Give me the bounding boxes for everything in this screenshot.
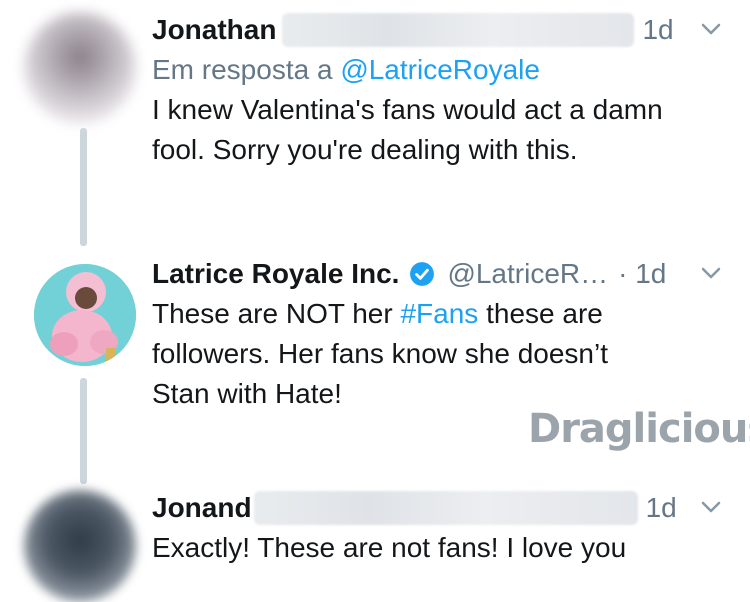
reply-mention-link[interactable]: @LatriceRoyale (340, 54, 540, 85)
thread-line-2 (80, 378, 87, 484)
timestamp[interactable]: 1d (642, 14, 673, 46)
tweet-text: I knew Valentina's fans would act a damn… (152, 94, 663, 165)
text-segment: these are (478, 298, 603, 329)
tweet-header: Latrice Royale Inc. @LatriceR… · 1d (152, 254, 726, 294)
tweet-3[interactable]: Jonand 1d Exactly! These are not fans! I… (152, 488, 726, 568)
watermark: Draglicious (528, 406, 750, 452)
tweet-header: Jonand 1d (152, 488, 726, 528)
timestamp[interactable]: · 1d (618, 258, 666, 290)
tweet-1[interactable]: Jonathan 1d Em resposta a @LatriceRoyale… (152, 10, 726, 170)
tweet-text-line-2: followers. Her fans know she doesn’t (152, 338, 608, 369)
timestamp[interactable]: 1d (646, 492, 677, 524)
author-name[interactable]: Jonathan (152, 14, 276, 46)
hashtag-link[interactable]: #Fans (400, 298, 478, 329)
tweet-text-line-1: These are NOT her #Fans these are (152, 294, 726, 334)
tweet-text: These are NOT her #Fans these are follow… (152, 294, 726, 414)
avatar[interactable] (24, 12, 136, 124)
chevron-down-icon[interactable] (700, 262, 722, 284)
tweet-text: Exactly! These are not fans! I love you (152, 532, 627, 563)
avatar[interactable] (24, 490, 136, 602)
reply-prefix: Em resposta a (152, 54, 333, 85)
avatar-image (34, 264, 136, 366)
verified-badge-icon (410, 262, 435, 286)
reply-context: Em resposta a @LatriceRoyale (152, 54, 726, 86)
chevron-down-icon[interactable] (700, 18, 722, 40)
thread-line-1 (80, 128, 87, 246)
chevron-down-icon[interactable] (700, 496, 722, 518)
author-name[interactable]: Jonand (152, 492, 252, 524)
author-name[interactable]: Latrice Royale Inc. (152, 258, 399, 290)
tweet-header: Jonathan 1d (152, 10, 726, 50)
avatar[interactable] (34, 264, 136, 366)
tweet-2[interactable]: Latrice Royale Inc. @LatriceR… · 1d Thes… (152, 254, 726, 414)
blurred-handle (282, 13, 635, 47)
blurred-handle (253, 491, 638, 525)
author-handle[interactable]: @LatriceR… (447, 258, 608, 290)
text-segment: These are NOT her (152, 298, 401, 329)
